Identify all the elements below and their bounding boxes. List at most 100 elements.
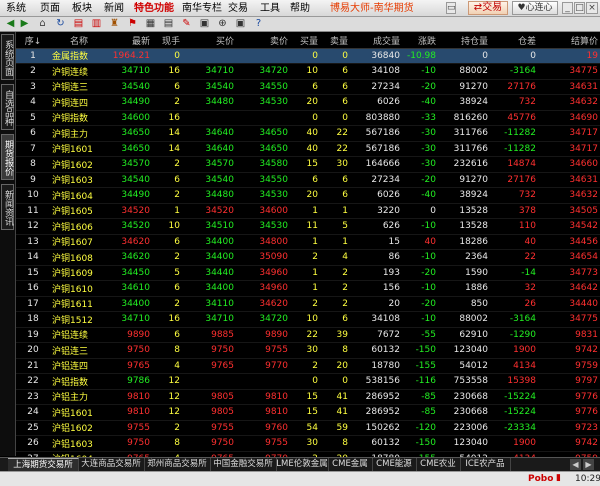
flag-icon[interactable]: ⚑: [126, 18, 139, 30]
col-index-header[interactable]: 序↓: [16, 33, 50, 49]
menu-sector[interactable]: 板块: [72, 0, 92, 17]
table-row[interactable]: 22 沪铝指数 9786 12 0 0 538156 -116 753558 15398 9797: [16, 373, 600, 390]
tab-shfe[interactable]: 上海期货交易所: [8, 458, 79, 472]
back-icon[interactable]: ◀: [4, 18, 17, 30]
sidebar-tab-watchlist[interactable]: 自选品种: [1, 84, 14, 130]
col-ask-header[interactable]: 卖价: [236, 33, 290, 49]
forward-icon[interactable]: ▶: [18, 18, 31, 30]
menu-trade[interactable]: 交易: [228, 0, 248, 17]
grid-icon[interactable]: ▦: [144, 18, 157, 30]
col-oi-change-header[interactable]: 仓差: [490, 33, 538, 49]
table-row[interactable]: 1 金属指数 1964.21 0 0 0 36840 -10.98 0 0 19: [16, 48, 600, 64]
table-row[interactable]: 14 沪铜1608 34620 2 34400 35090 2 4 86 -10 2364 22 346…: [16, 249, 600, 266]
table-icon[interactable]: ▤: [162, 18, 175, 30]
plus-icon[interactable]: ⊕: [216, 18, 229, 30]
window-minimize-icon[interactable]: _: [562, 2, 573, 14]
col-volume-tick-header[interactable]: 现手: [152, 33, 182, 49]
table-row[interactable]: 15 沪铜1609 34450 5 34440 34960 1 2 193 -20 1590 -14 3…: [16, 265, 600, 281]
menu-help[interactable]: 帮助: [290, 0, 310, 17]
scroll-left-icon[interactable]: ◀: [570, 459, 581, 470]
cell-settle: 9776: [538, 404, 600, 421]
col-last-header[interactable]: 最新: [108, 33, 152, 49]
table-row[interactable]: 25 沪铝1602 9755 2 9755 9760 54 59 150262 -120 22300…: [16, 420, 600, 436]
menu-nanhua-column[interactable]: 南华专栏: [182, 0, 222, 17]
window-close-icon[interactable]: ×: [586, 2, 598, 14]
col-bid-qty-header[interactable]: 买量: [290, 33, 320, 49]
box2-icon[interactable]: ▣: [234, 18, 247, 30]
cell-open-interest: 91270: [438, 172, 490, 188]
box-icon[interactable]: ▣: [198, 18, 211, 30]
table-row[interactable]: 11 沪铜1605 34520 1 34520 34600 1 1 3220 0 13528 378 3…: [16, 203, 600, 219]
table-row[interactable]: 24 沪铝1601 9810 12 9805 9810 15 41 286952 -85 23066…: [16, 404, 600, 421]
table-row[interactable]: 4 沪铜连四 34490 2 34480 34530 20 6 6026 -40 38924 732 3…: [16, 94, 600, 111]
cell-oi-change: 14874: [490, 156, 538, 173]
menu-news[interactable]: 新闻: [104, 0, 124, 17]
tab-cme-agri[interactable]: CME农业: [416, 458, 461, 471]
table-row[interactable]: 9 沪铜1603 34540 6 34540 34550 6 6 27234 -20 91270 27…: [16, 172, 600, 188]
menu-system[interactable]: 系统: [6, 0, 26, 17]
cell-volume-tick: 16: [152, 110, 182, 126]
scroll-right-icon[interactable]: ▶: [583, 459, 594, 470]
trade-button[interactable]: ⇄交易: [468, 1, 508, 15]
sidebar-tab-news[interactable]: 新闻资讯: [1, 184, 14, 230]
cell-name: 沪铝1602: [50, 420, 108, 436]
table-row[interactable]: 8 沪铜1602 34570 2 34570 34580 15 30 164666 -30 2326…: [16, 156, 600, 173]
col-settle-header[interactable]: 结算价: [538, 33, 600, 49]
cell-settle: 34440: [538, 296, 600, 312]
cell-turnover: 156: [350, 280, 402, 297]
minimize-icon[interactable]: ▭: [446, 2, 456, 14]
app-title: 博易大师-南华期货: [330, 3, 414, 14]
tab-ice-agri[interactable]: ICE农产品: [460, 458, 511, 471]
table-row[interactable]: 20 沪铝连三 9750 8 9750 9755 30 8 60132 -150 123040 190…: [16, 342, 600, 359]
cup-icon[interactable]: ♜: [108, 18, 121, 30]
cell-last: 34520: [108, 218, 152, 235]
col-name-header[interactable]: 名称: [50, 33, 108, 49]
cell-last: 9750: [108, 342, 152, 359]
col-change-header[interactable]: 涨跌: [402, 33, 438, 49]
cell-bid: 34440: [182, 265, 236, 281]
report-icon[interactable]: ▤: [72, 18, 85, 30]
menu-tools[interactable]: 工具: [260, 0, 280, 17]
chart-icon[interactable]: ▥: [90, 18, 103, 30]
home-icon[interactable]: ⌂: [36, 18, 49, 30]
menu-page[interactable]: 页面: [40, 0, 60, 17]
table-row[interactable]: 19 沪铝连续 9890 6 9885 9890 22 39 7672 -55 62910 -1290…: [16, 327, 600, 343]
refresh-icon[interactable]: ↻: [54, 18, 67, 30]
table-row[interactable]: 10 沪铜1604 34490 2 34480 34530 20 6 6026 -40 38924 7…: [16, 187, 600, 204]
table-row[interactable]: 3 沪铜连三 34540 6 34540 34550 6 6 27234 -20 91270 2717…: [16, 79, 600, 95]
table-row[interactable]: 21 沪铝连四 9765 4 9765 9770 2 20 18780 -155 54012 4134…: [16, 358, 600, 374]
news-icon[interactable]: ✎: [180, 18, 193, 30]
col-turnover-header[interactable]: 成交量: [350, 33, 402, 49]
table-row[interactable]: 2 沪铜连续 34710 16 34710 34720 10 6 34108 -10 88002 -3…: [16, 63, 600, 80]
tab-cffex[interactable]: 中国金融交易所: [210, 458, 277, 471]
col-open-interest-header[interactable]: 持仓量: [438, 33, 490, 49]
table-row[interactable]: 12 沪铜1606 34520 10 34510 34530 11 5 626 -10 13528 1…: [16, 218, 600, 235]
cell-oi-change: 32: [490, 280, 538, 297]
table-row[interactable]: 16 沪铜1610 34610 6 34400 34960 1 2 156 -10 1886 32 34…: [16, 280, 600, 297]
tab-dce[interactable]: 大连商品交易所: [78, 458, 145, 471]
table-row[interactable]: 5 沪铜指数 34600 16 0 0 803880 -33 816260 45776 34690: [16, 110, 600, 126]
sidebar-tab-system-page[interactable]: 系统页面: [1, 34, 14, 80]
window-maximize-icon[interactable]: □: [574, 2, 585, 14]
tab-cme-energy[interactable]: CME能源: [372, 458, 417, 471]
menu-features[interactable]: 特色功能: [134, 0, 174, 17]
tab-czce[interactable]: 郑州商品交易所: [144, 458, 211, 471]
table-row[interactable]: 6 沪铜主力 34650 14 34640 34650 40 22 567186 -30 31176…: [16, 125, 600, 142]
col-ask-qty-header[interactable]: 卖量: [320, 33, 350, 49]
cell-bid-qty: 40: [290, 125, 320, 142]
sidebar-tab-futures-quotes[interactable]: 期货报价: [1, 134, 14, 180]
help-icon[interactable]: ?: [252, 18, 265, 30]
tab-cme-metal[interactable]: CME金属: [328, 458, 373, 471]
table-row[interactable]: 17 沪铜1611 34400 2 34110 34620 2 2 20 -20 850 26 3444…: [16, 296, 600, 312]
table-row[interactable]: 23 沪铝主力 9810 12 9805 9810 15 41 286952 -85 230668-…: [16, 389, 600, 405]
table-row[interactable]: 7 沪铜1601 34650 14 34640 34650 40 22 567186 -30 311…: [16, 141, 600, 157]
table-row[interactable]: 18 沪铜1512 34710 16 34710 34720 10 6 34108 -10 8800…: [16, 311, 600, 328]
cell-bid-qty: 6: [290, 79, 320, 95]
table-row[interactable]: 26 沪铝1603 9750 8 9750 9755 30 8 60132 -150 123040 1…: [16, 435, 600, 452]
table-row[interactable]: 13 沪铜1607 34620 6 34400 34800 1 1 15 40 18286 40 344…: [16, 234, 600, 250]
tab-lme[interactable]: LME伦敦金属: [276, 458, 329, 471]
col-bid-header[interactable]: 买价: [182, 33, 236, 49]
cell-volume-tick: 6: [152, 234, 182, 250]
cell-change: -20: [402, 265, 438, 281]
service-button[interactable]: ♥心连心: [512, 1, 558, 15]
